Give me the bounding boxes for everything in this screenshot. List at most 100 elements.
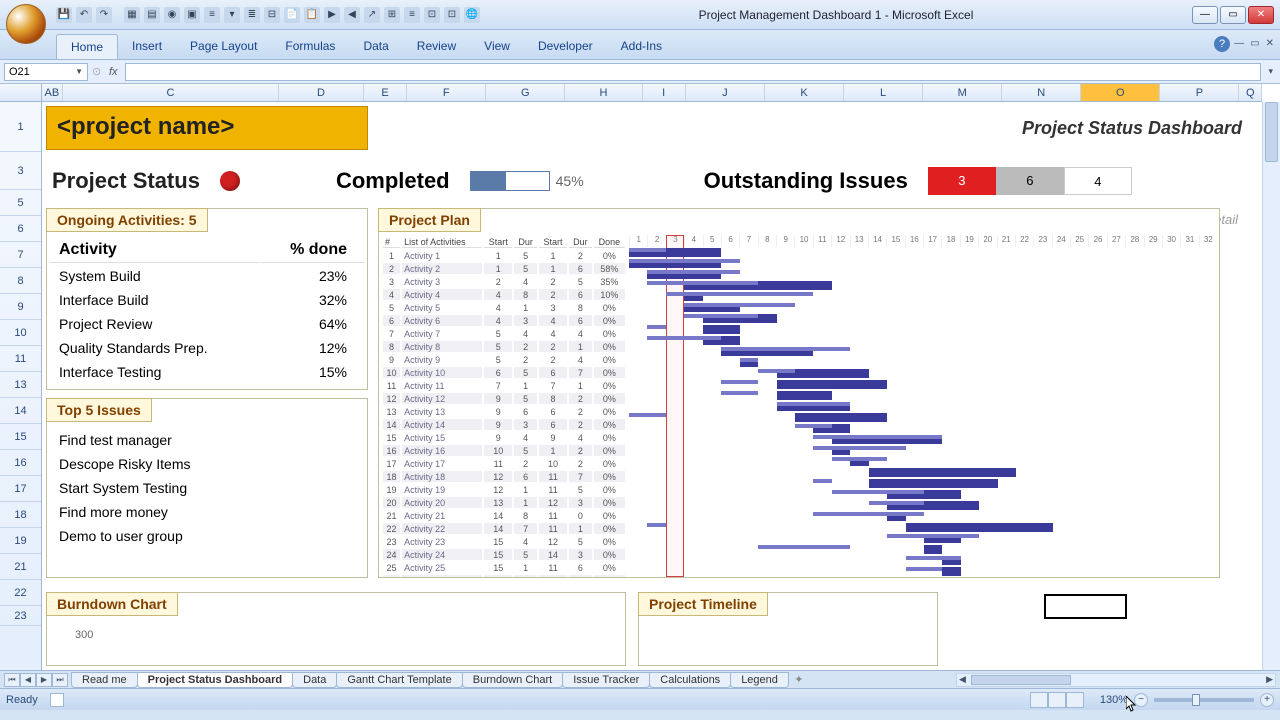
row-header[interactable]: 8 xyxy=(0,268,41,294)
qat-btn[interactable]: ⊟ xyxy=(264,7,280,23)
dropdown-icon[interactable]: ▼ xyxy=(75,67,83,76)
ribbon-tab-formulas[interactable]: Formulas xyxy=(271,34,349,59)
save-icon[interactable]: 💾 xyxy=(56,7,72,23)
undo-icon[interactable]: ↶ xyxy=(76,7,92,23)
qat-btn[interactable]: ▦ xyxy=(124,7,140,23)
normal-view-icon[interactable] xyxy=(1030,692,1048,708)
tab-next-icon[interactable]: ▶ xyxy=(36,673,52,687)
sheet-tab[interactable]: Data xyxy=(292,672,337,688)
qat-btn[interactable]: ⊡ xyxy=(444,7,460,23)
sheet-tab[interactable]: Read me xyxy=(71,672,138,688)
col-header[interactable]: Q xyxy=(1239,84,1262,101)
qat-btn[interactable]: ▤ xyxy=(144,7,160,23)
ribbon-tab-data[interactable]: Data xyxy=(349,34,402,59)
expand-formula-icon[interactable]: ▾ xyxy=(1265,66,1276,77)
qat-btn[interactable]: ⊡ xyxy=(424,7,440,23)
row-header[interactable]: 11 xyxy=(0,346,41,372)
row-header[interactable]: 1 xyxy=(0,102,41,152)
scroll-thumb[interactable] xyxy=(1265,102,1278,162)
row-header[interactable]: 18 xyxy=(0,502,41,528)
row-header[interactable]: 22 xyxy=(0,580,41,606)
row-header[interactable]: 7 xyxy=(0,242,41,268)
row-header[interactable]: 14 xyxy=(0,398,41,424)
row-header[interactable]: 21 xyxy=(0,554,41,580)
restore-window-icon[interactable]: ▭ xyxy=(1250,38,1259,49)
qat-btn[interactable]: ↗ xyxy=(364,7,380,23)
minimize-ribbon-icon[interactable]: — xyxy=(1234,38,1244,49)
row-headers[interactable]: 1356789101113141516171819212223 xyxy=(0,102,42,670)
col-header[interactable]: D xyxy=(279,84,364,101)
col-header[interactable]: N xyxy=(1002,84,1081,101)
qat-btn[interactable]: ≣ xyxy=(244,7,260,23)
sheet-tab[interactable]: Issue Tracker xyxy=(562,672,650,688)
qat-btn[interactable]: ◀ xyxy=(344,7,360,23)
row-header[interactable]: 10 xyxy=(0,320,41,346)
ribbon-tab-view[interactable]: View xyxy=(470,34,524,59)
col-header[interactable]: O xyxy=(1081,84,1160,101)
zoom-in-icon[interactable]: + xyxy=(1260,693,1274,707)
zoom-thumb[interactable] xyxy=(1192,694,1200,706)
col-header[interactable]: J xyxy=(686,84,765,101)
qat-btn[interactable]: ◉ xyxy=(164,7,180,23)
row-header[interactable]: 6 xyxy=(0,216,41,242)
col-header[interactable]: M xyxy=(923,84,1002,101)
row-header[interactable]: 19 xyxy=(0,528,41,554)
ribbon-tab-page-layout[interactable]: Page Layout xyxy=(176,34,271,59)
sheet-tab[interactable]: Burndown Chart xyxy=(462,672,564,688)
ribbon-tab-home[interactable]: Home xyxy=(56,34,118,59)
tab-prev-icon[interactable]: ◀ xyxy=(20,673,36,687)
col-header[interactable]: H xyxy=(565,84,642,101)
qat-btn[interactable]: ▣ xyxy=(184,7,200,23)
vertical-scrollbar[interactable] xyxy=(1262,102,1280,670)
horizontal-scrollbar[interactable]: ◀ ▶ xyxy=(956,673,1276,687)
qat-btn[interactable]: ≡ xyxy=(204,7,220,23)
project-plan-panel[interactable]: Project Plan #List of ActivitiesStartDur… xyxy=(378,208,1220,578)
select-all-corner[interactable] xyxy=(0,84,42,102)
col-header[interactable]: E xyxy=(364,84,407,101)
office-button[interactable] xyxy=(6,4,46,44)
col-header[interactable]: F xyxy=(407,84,486,101)
sheet-tab[interactable]: Gantt Chart Template xyxy=(336,672,462,688)
cancel-icon[interactable]: ⊙ xyxy=(92,65,101,78)
gantt-chart[interactable]: 1234567891011121314151617181920212223242… xyxy=(629,235,1217,577)
qat-btn[interactable]: ▶ xyxy=(324,7,340,23)
close-workbook-icon[interactable]: ✕ xyxy=(1266,38,1274,49)
zoom-level[interactable]: 130% xyxy=(1100,694,1128,706)
col-header[interactable]: C xyxy=(63,84,279,101)
help-icon[interactable]: ? xyxy=(1214,36,1230,52)
name-box[interactable]: O21 ▼ xyxy=(4,63,88,81)
macro-record-icon[interactable] xyxy=(50,693,64,707)
page-layout-view-icon[interactable] xyxy=(1048,692,1066,708)
spreadsheet-grid[interactable]: ABCDEFGHIJKLMNOPQ 1356789101113141516171… xyxy=(0,84,1280,670)
sheet-tab[interactable]: Legend xyxy=(730,672,789,688)
fx-icon[interactable]: fx xyxy=(105,66,121,78)
zoom-out-icon[interactable]: − xyxy=(1134,693,1148,707)
qat-btn[interactable]: 📋 xyxy=(304,7,320,23)
formula-input[interactable] xyxy=(125,63,1261,81)
row-header[interactable]: 9 xyxy=(0,294,41,320)
close-button[interactable]: ✕ xyxy=(1248,6,1274,24)
qat-btn[interactable]: 🌐 xyxy=(464,7,480,23)
qat-btn[interactable]: ⊞ xyxy=(384,7,400,23)
col-header[interactable]: G xyxy=(486,84,565,101)
row-header[interactable]: 15 xyxy=(0,424,41,450)
hscroll-thumb[interactable] xyxy=(971,675,1071,685)
sheet-tab[interactable]: Project Status Dashboard xyxy=(137,672,293,688)
col-header[interactable]: I xyxy=(643,84,686,101)
row-header[interactable]: 5 xyxy=(0,190,41,216)
column-headers[interactable]: ABCDEFGHIJKLMNOPQ xyxy=(42,84,1262,102)
page-break-view-icon[interactable] xyxy=(1066,692,1084,708)
qat-btn[interactable]: ▾ xyxy=(224,7,240,23)
ribbon-tab-insert[interactable]: Insert xyxy=(118,34,176,59)
row-header[interactable]: 23 xyxy=(0,606,41,626)
col-header[interactable]: L xyxy=(844,84,923,101)
qat-btn[interactable]: ≡ xyxy=(404,7,420,23)
zoom-slider[interactable] xyxy=(1154,698,1254,702)
plan-body[interactable]: #List of ActivitiesStartDurStartDurDone … xyxy=(379,235,1219,577)
sheet-tab[interactable]: Calculations xyxy=(649,672,731,688)
row-header[interactable]: 16 xyxy=(0,450,41,476)
col-header[interactable]: K xyxy=(765,84,844,101)
new-sheet-icon[interactable]: ✦ xyxy=(789,673,809,686)
ribbon-tab-add-ins[interactable]: Add-Ins xyxy=(607,34,676,59)
tab-last-icon[interactable]: ⏭ xyxy=(52,673,68,687)
